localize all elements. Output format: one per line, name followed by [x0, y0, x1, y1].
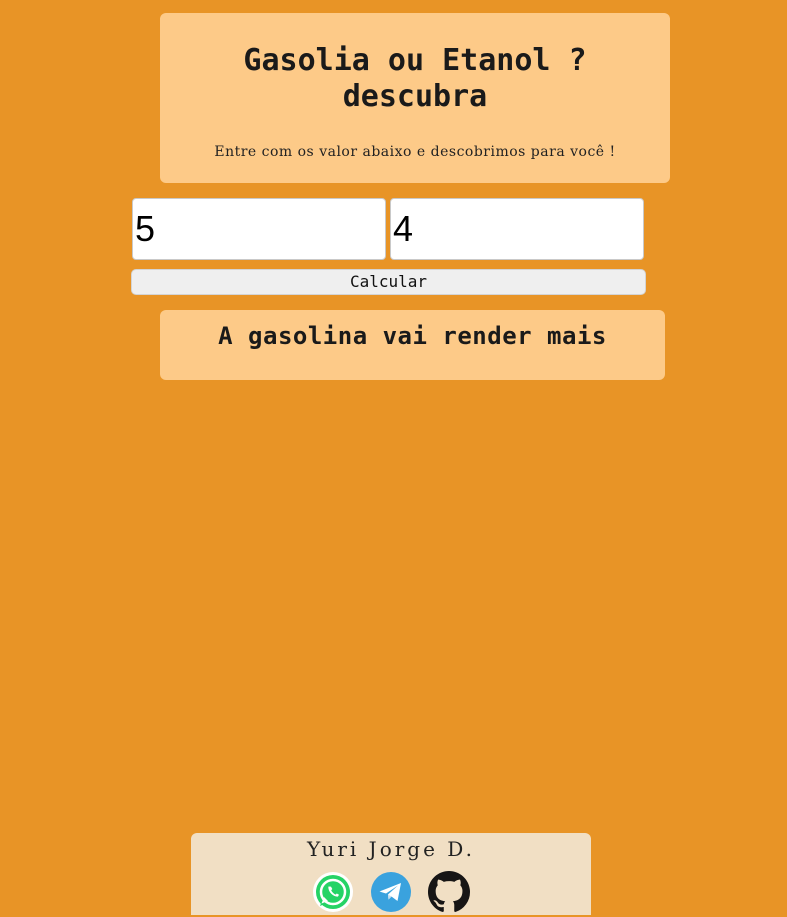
- result-card: A gasolina vai render mais: [160, 310, 665, 380]
- github-icon: [428, 871, 470, 912]
- github-link[interactable]: [428, 871, 470, 913]
- whatsapp-link[interactable]: [312, 871, 354, 913]
- telegram-icon: [371, 872, 411, 912]
- telegram-link[interactable]: [370, 871, 412, 913]
- gasoline-price-input[interactable]: [132, 198, 386, 260]
- author-name: Yuri Jorge D.: [307, 837, 475, 861]
- page-subtitle: Entre com os valor abaixo e descobrimos …: [214, 144, 616, 160]
- header-card: Gasolia ou Etanol ? descubra Entre com o…: [160, 13, 670, 183]
- page-title: Gasolia ou Etanol ? descubra: [243, 43, 587, 114]
- ethanol-price-input[interactable]: [390, 198, 644, 260]
- calculate-button[interactable]: Calcular: [131, 269, 646, 295]
- result-text: A gasolina vai render mais: [218, 322, 607, 350]
- footer: Yuri Jorge D.: [191, 833, 591, 915]
- whatsapp-icon: [313, 872, 353, 912]
